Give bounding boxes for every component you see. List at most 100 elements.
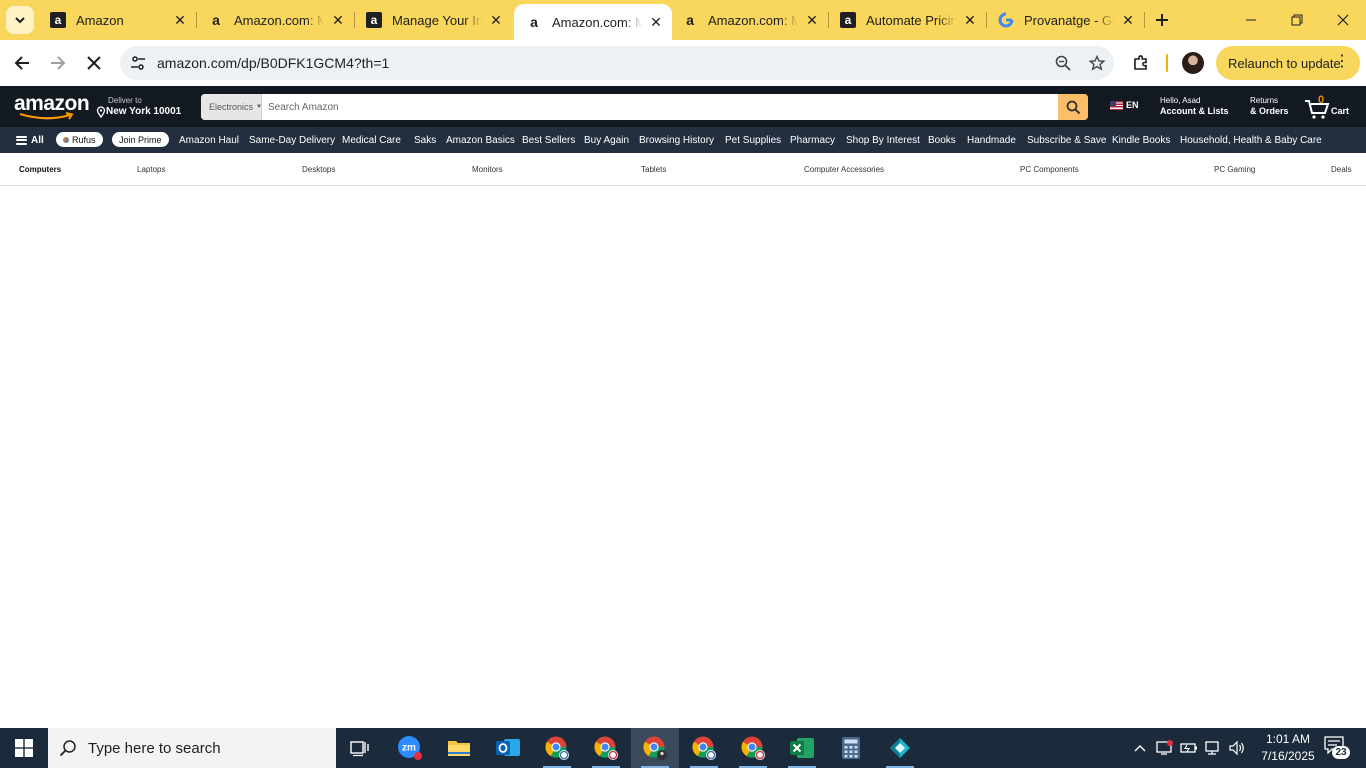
search-category-dropdown[interactable]: Electronics ▼	[201, 94, 262, 120]
subnav-monitors[interactable]: Monitors	[472, 165, 503, 174]
close-tab-icon[interactable]: ✕	[172, 12, 188, 28]
relaunch-label: Relaunch to update	[1228, 55, 1341, 71]
show-hidden-icons-button[interactable]	[1128, 728, 1152, 768]
taskbar-chrome-5[interactable]	[729, 728, 777, 768]
subnav-pc-components[interactable]: PC Components	[1020, 165, 1079, 174]
subnav-computers[interactable]: Computers	[19, 165, 61, 174]
tray-battery-icon[interactable]	[1178, 728, 1200, 768]
nav-item-buy-again[interactable]: Buy Again	[584, 127, 629, 153]
search-submit-button[interactable]	[1058, 94, 1088, 120]
subnav-pc-gaming[interactable]: PC Gaming	[1214, 165, 1255, 174]
back-button[interactable]	[6, 47, 38, 79]
nav-item-label: Buy Again	[584, 134, 630, 146]
tray-volume-icon[interactable]	[1226, 728, 1248, 768]
taskbar-search-box[interactable]: Type here to search	[48, 728, 336, 768]
task-view-icon	[350, 741, 369, 757]
nav-item-browsing-history[interactable]: Browsing History	[639, 127, 714, 153]
taskbar-diamond-app[interactable]	[876, 728, 924, 768]
forward-button[interactable]	[42, 47, 74, 79]
amazon-search-bar: Electronics ▼	[201, 94, 1088, 120]
chrome-icon	[545, 736, 569, 760]
chevron-up-icon	[1134, 745, 1146, 752]
site-info-icon[interactable]	[120, 46, 156, 80]
taskbar-chrome-2[interactable]	[582, 728, 630, 768]
nav-item-books[interactable]: Books	[928, 127, 956, 153]
browser-tab-7[interactable]: Provanatge - Go ✕	[986, 4, 1144, 36]
nav-item-label: Handmade	[967, 134, 1016, 146]
taskbar-chrome-1[interactable]	[533, 728, 581, 768]
nav-item-same-day-delivery[interactable]: Same-Day Delivery	[249, 127, 335, 153]
nav-item-household-health-baby[interactable]: Household, Health & Baby Care	[1180, 127, 1322, 153]
subnav-desktops[interactable]: Desktops	[302, 165, 335, 174]
taskbar-file-explorer[interactable]	[435, 728, 483, 768]
volume-icon	[1229, 740, 1244, 756]
deliver-to[interactable]: Deliver to New York 10001	[96, 96, 181, 118]
close-tab-icon[interactable]: ✕	[804, 12, 820, 28]
nav-item-kindle-books[interactable]: Kindle Books	[1112, 127, 1170, 153]
browser-tab-5[interactable]: a Amazon.com: Ma ✕	[670, 4, 828, 36]
close-tab-icon[interactable]: ✕	[1120, 12, 1136, 28]
nav-item-amazon-basics[interactable]: Amazon Basics	[446, 127, 515, 153]
close-tab-icon[interactable]: ✕	[962, 12, 978, 28]
bookmark-star-icon[interactable]	[1080, 46, 1114, 80]
subnav-tablets[interactable]: Tablets	[641, 165, 666, 174]
returns-and-orders[interactable]: Returns & Orders	[1250, 96, 1289, 116]
nav-item-handmade[interactable]: Handmade	[967, 127, 1016, 153]
tray-network-icon[interactable]	[1202, 728, 1224, 768]
tray-meet-icon[interactable]	[1154, 728, 1176, 768]
address-bar[interactable]: amazon.com/dp/B0DFK1GCM4?th=1	[120, 46, 1114, 80]
nav-item-subscribe-save[interactable]: Subscribe & Save	[1027, 127, 1107, 153]
close-tab-icon[interactable]: ✕	[330, 12, 346, 28]
taskbar-outlook[interactable]	[484, 728, 532, 768]
page-content-area	[0, 187, 1366, 728]
amazon-logo[interactable]: amazon	[14, 93, 90, 120]
nav-item-best-sellers[interactable]: Best Sellers	[522, 127, 575, 153]
taskbar-excel[interactable]	[778, 728, 826, 768]
account-and-lists[interactable]: Hello, Asad Account & Lists	[1160, 96, 1229, 116]
taskbar-zoom[interactable]: zm	[386, 728, 434, 768]
nav-item-saks[interactable]: Saks	[414, 127, 436, 153]
taskbar-chrome-3-active[interactable]	[631, 728, 679, 768]
amazon-favicon: a	[366, 12, 382, 28]
browser-tab-1[interactable]: a Amazon ✕	[38, 4, 196, 36]
language-selector[interactable]: EN	[1110, 100, 1139, 110]
relaunch-to-update-button[interactable]: Relaunch to update ⋮	[1216, 46, 1360, 80]
profile-avatar[interactable]	[1182, 52, 1204, 74]
extensions-button[interactable]	[1126, 48, 1156, 78]
browser-tab-2[interactable]: a Amazon.com: Ma ✕	[196, 4, 354, 36]
task-view-button[interactable]	[336, 728, 384, 768]
nav-item-medical-care[interactable]: Medical Care	[342, 127, 401, 153]
amazon-search-input[interactable]	[262, 94, 1058, 120]
nav-item-amazon-haul[interactable]: Amazon Haul	[179, 127, 239, 153]
calculator-icon	[842, 737, 860, 759]
close-window-button[interactable]	[1320, 0, 1366, 40]
close-tab-icon[interactable]: ✕	[648, 14, 664, 30]
minimize-button[interactable]	[1228, 0, 1274, 40]
taskbar-calculator[interactable]	[827, 728, 875, 768]
restore-button[interactable]	[1274, 0, 1320, 40]
rufus-button[interactable]: Rufus	[56, 132, 103, 147]
nav-item-label: Best Sellers	[522, 134, 576, 146]
cart-button[interactable]: 0 Cart	[1304, 94, 1360, 120]
start-button[interactable]	[0, 728, 48, 768]
nav-item-shop-by-interest[interactable]: Shop By Interest	[846, 127, 920, 153]
new-tab-button[interactable]	[1148, 6, 1176, 34]
subnav-computer-accessories[interactable]: Computer Accessories	[804, 165, 884, 174]
taskbar-clock[interactable]: 1:01 AM 7/16/2025	[1256, 731, 1320, 765]
nav-item-pharmacy[interactable]: Pharmacy	[790, 127, 835, 153]
browser-tab-6[interactable]: a Automate Pricing ✕	[828, 4, 986, 36]
tab-search-button[interactable]	[6, 6, 34, 34]
browser-tab-3[interactable]: a Manage Your Inv ✕	[354, 4, 512, 36]
nav-item-pet-supplies[interactable]: Pet Supplies	[725, 127, 781, 153]
tab-title: Automate Pricing	[866, 12, 956, 28]
stop-loading-button[interactable]	[78, 47, 110, 79]
browser-tab-4-active[interactable]: a Amazon.com: Ma ✕	[514, 4, 672, 40]
subnav-laptops[interactable]: Laptops	[137, 165, 165, 174]
join-prime-button[interactable]: Join Prime	[112, 132, 169, 147]
all-menu-button[interactable]: All	[16, 127, 44, 153]
zoom-icon[interactable]	[1046, 46, 1080, 80]
notification-center-button[interactable]: 23	[1322, 736, 1352, 760]
taskbar-chrome-4[interactable]	[680, 728, 728, 768]
close-tab-icon[interactable]: ✕	[488, 12, 504, 28]
subnav-deals[interactable]: Deals	[1331, 165, 1351, 174]
